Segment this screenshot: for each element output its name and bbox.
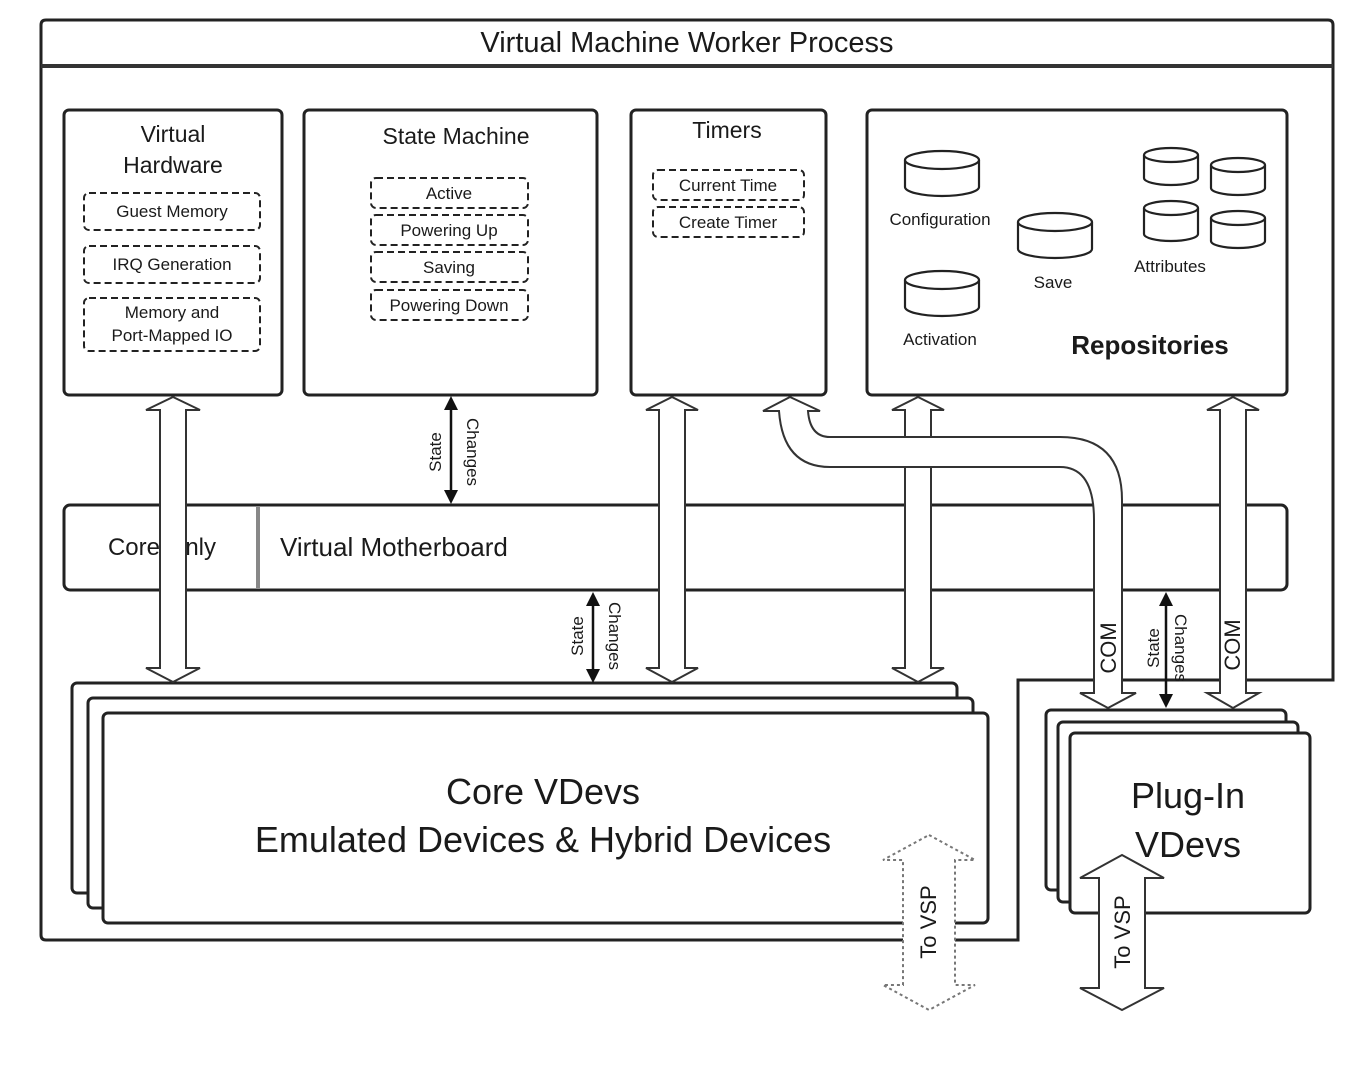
changes-label-2: Changes [605, 602, 624, 670]
activation-db-icon [903, 269, 981, 318]
process-title: Virtual Machine Worker Process [480, 27, 893, 59]
plugin-vdevs-stack: Plug-In VDevs [1044, 708, 1312, 915]
timers-box: Timers Current Time Create Timer [629, 108, 828, 397]
plugin-vdevs-title: Plug-In [1131, 775, 1245, 816]
state-powering-up: Powering Up [400, 221, 497, 240]
state-machine-title: State Machine [382, 123, 529, 149]
repositories-box: Configuration Activation Save Attributes… [865, 108, 1289, 397]
to-vsp-label-core: To VSP [916, 885, 941, 958]
core-vdevs-stack: Core VDevs Emulated Devices & Hybrid Dev… [70, 681, 990, 925]
save-label: Save [1034, 273, 1073, 292]
state-label-3: State [1144, 628, 1163, 668]
configuration-label: Configuration [889, 210, 990, 229]
memory-io-label-2: Port-Mapped IO [112, 326, 233, 345]
vm-worker-process-diagram: Virtual Machine Worker Process Virtual H… [39, 18, 1335, 1012]
configuration-db-icon [903, 149, 981, 198]
virtual-hardware-title-2: Hardware [123, 152, 223, 178]
com-label-1: COM [1096, 622, 1121, 673]
state-label-1: State [426, 432, 445, 472]
timers-title: Timers [692, 117, 761, 143]
core-vdevs-title: Core VDevs [446, 771, 640, 812]
state-powering-down: Powering Down [389, 296, 508, 315]
create-timer-label: Create Timer [679, 213, 778, 232]
memory-io-label-1: Memory and [125, 303, 219, 322]
guest-memory-label: Guest Memory [116, 202, 228, 221]
state-saving: Saving [423, 258, 475, 277]
virtual-motherboard-label: Virtual Motherboard [280, 532, 508, 562]
to-vsp-label-plugin: To VSP [1110, 895, 1135, 968]
activation-label: Activation [903, 330, 977, 349]
plugin-vdevs-subtitle: VDevs [1135, 824, 1241, 865]
changes-label-3: Changes [1171, 614, 1190, 682]
repositories-title: Repositories [1071, 330, 1229, 360]
com-label-2: COM [1220, 619, 1245, 670]
current-time-label: Current Time [679, 176, 777, 195]
core-vdevs-subtitle: Emulated Devices & Hybrid Devices [255, 819, 831, 860]
state-active: Active [426, 184, 472, 203]
changes-label-1: Changes [463, 418, 482, 486]
state-machine-box: State Machine Active Powering Up Saving … [302, 108, 599, 397]
irq-generation-label: IRQ Generation [112, 255, 231, 274]
virtual-hardware-title-1: Virtual [141, 121, 206, 147]
save-db-icon [1016, 211, 1094, 260]
state-label-2: State [568, 616, 587, 656]
virtual-hardware-box: Virtual Hardware Guest Memory IRQ Genera… [62, 108, 284, 397]
attributes-label: Attributes [1134, 257, 1206, 276]
